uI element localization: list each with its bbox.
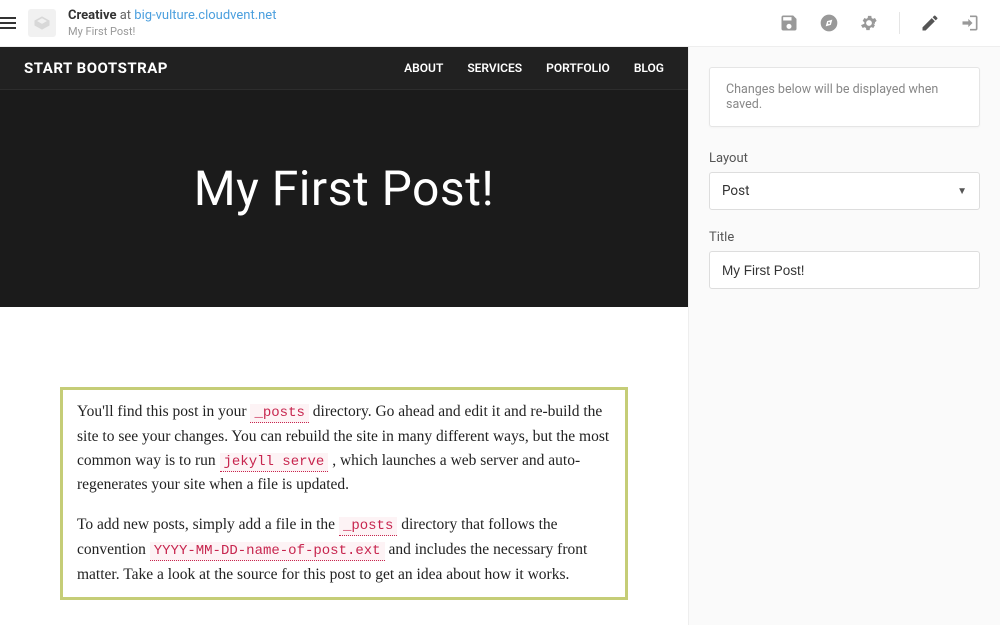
site-preview: START BOOTSTRAP ABOUT SERVICES PORTFOLIO… — [0, 47, 688, 625]
breadcrumb: Creative at big-vulture.cloudvent.net My… — [68, 8, 276, 39]
site-name: Creative — [68, 8, 116, 23]
layout-label: Layout — [709, 151, 980, 166]
layout-select[interactable]: Post ▼ — [709, 172, 980, 210]
exit-icon[interactable] — [960, 13, 980, 33]
nav-portfolio[interactable]: PORTFOLIO — [546, 61, 610, 75]
code-snippet: jekyll serve — [220, 453, 329, 472]
save-icon[interactable] — [779, 13, 799, 33]
title-input[interactable] — [709, 251, 980, 289]
code-snippet: YYYY-MM-DD-name-of-post.ext — [150, 542, 385, 561]
code-snippet: _posts — [250, 404, 308, 423]
site-avatar — [28, 9, 56, 37]
site-nav: START BOOTSTRAP ABOUT SERVICES PORTFOLIO… — [0, 47, 688, 90]
edit-icon[interactable] — [920, 13, 940, 33]
chevron-down-icon: ▼ — [957, 186, 967, 197]
save-notice: Changes below will be displayed when sav… — [709, 67, 980, 127]
nav-about[interactable]: ABOUT — [404, 61, 443, 75]
code-snippet: _posts — [339, 517, 397, 536]
compass-icon[interactable] — [819, 13, 839, 33]
site-url-link[interactable]: big-vulture.cloudvent.net — [134, 8, 276, 23]
nav-blog[interactable]: BLOG — [634, 61, 664, 75]
site-hero: My First Post! — [0, 90, 688, 307]
gear-icon[interactable] — [859, 13, 879, 33]
post-content-editable[interactable]: You'll find this post in your _posts dir… — [60, 387, 628, 600]
site-brand[interactable]: START BOOTSTRAP — [24, 59, 168, 77]
toolbar-divider — [899, 12, 900, 34]
topbar: Creative at big-vulture.cloudvent.net My… — [0, 0, 1000, 47]
nav-services[interactable]: SERVICES — [467, 61, 522, 75]
editor-sidebar: Changes below will be displayed when sav… — [688, 47, 1000, 625]
hero-title: My First Post! — [20, 160, 668, 217]
page-title: My First Post! — [68, 25, 276, 38]
menu-icon[interactable] — [0, 17, 16, 29]
title-label: Title — [709, 230, 980, 245]
